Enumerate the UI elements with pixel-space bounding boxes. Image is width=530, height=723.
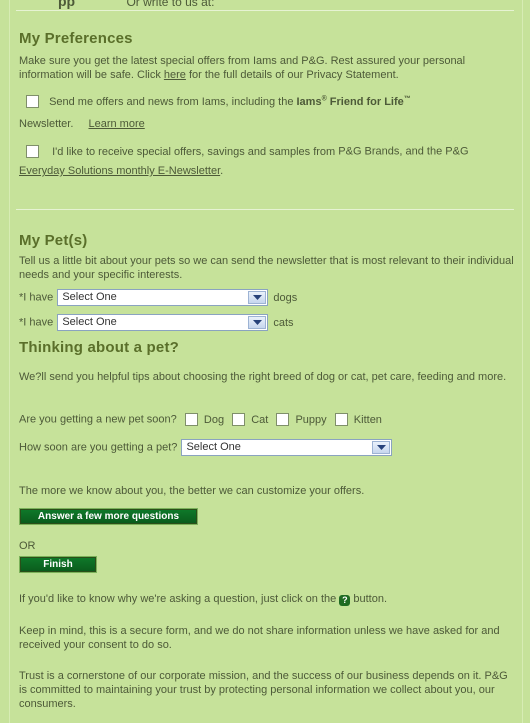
chevron-down-icon (253, 295, 263, 300)
pg-everyday-link[interactable]: Everyday Solutions monthly E-Newsletter (19, 165, 220, 177)
cats-row: *I have Select One cats (19, 314, 294, 331)
chevron-down-icon (377, 445, 387, 450)
preferences-heading: My Preferences (19, 30, 133, 47)
new-pet-row: Are you getting a new pet soon? Dog Cat … (19, 413, 382, 426)
finish-button[interactable]: Finish (19, 556, 97, 573)
thinking-heading: Thinking about a pet? (19, 339, 180, 356)
answer-more-questions-button[interactable]: Answer a few more questions (19, 508, 198, 525)
cat-checkbox[interactable] (232, 413, 246, 426)
secure-form-text: Keep in mind, this is a secure form, and… (19, 625, 500, 651)
pg-everyday-link-part1[interactable]: P&G (445, 146, 468, 158)
trust-text: Trust is a cornerstone of our corporate … (19, 670, 508, 710)
puppy-checkbox[interactable] (276, 413, 290, 426)
kitten-checkbox[interactable] (334, 413, 348, 426)
privacy-here-link[interactable]: here (164, 69, 186, 81)
form-panel: pp Or write to us at: My Preferences Mak… (9, 0, 523, 723)
more-we-know-text: The more we know about you, the better w… (19, 485, 365, 497)
iams-offer-row: Send me offers and news from Iams, inclu… (26, 95, 411, 108)
dog-checkbox[interactable] (184, 413, 198, 426)
dogs-row: *I have Select One dogs (19, 289, 297, 306)
dropdown-arrow[interactable] (372, 441, 391, 454)
or-text: OR (19, 540, 36, 552)
pets-intro: Tell us a little bit about your pets so … (19, 255, 514, 281)
dropdown-arrow[interactable] (248, 291, 267, 304)
top-cropped-text: pp Or write to us at: (58, 0, 215, 9)
dropdown-arrow[interactable] (248, 316, 267, 329)
how-soon-select[interactable]: Select One (181, 439, 393, 456)
question-icon[interactable]: ? (339, 595, 351, 606)
pg-offer-row-2: Everyday Solutions monthly E-Newsletter. (19, 165, 224, 177)
how-soon-row: How soon are you getting a pet? Select O… (19, 439, 393, 456)
why-asking-text: If you'd like to know why we're asking a… (19, 593, 388, 606)
pg-brands-link[interactable]: P&G Brands (338, 146, 399, 158)
iams-offer-row-2: Newsletter. Learn more (19, 118, 145, 130)
learn-more-link[interactable]: Learn more (88, 118, 144, 130)
cats-select[interactable]: Select One (57, 314, 269, 331)
preferences-intro: Make sure you get the latest special off… (19, 55, 466, 81)
dogs-select[interactable]: Select One (57, 289, 269, 306)
pg-offer-row: I'd like to receive special offers, savi… (26, 145, 469, 158)
thinking-intro: We?ll send you helpful tips about choosi… (19, 371, 507, 383)
iams-offer-checkbox[interactable] (26, 95, 39, 108)
pg-offer-checkbox[interactable] (26, 145, 39, 158)
chevron-down-icon (253, 320, 263, 325)
divider (16, 10, 514, 11)
divider (16, 209, 514, 210)
pets-heading: My Pet(s) (19, 232, 88, 249)
